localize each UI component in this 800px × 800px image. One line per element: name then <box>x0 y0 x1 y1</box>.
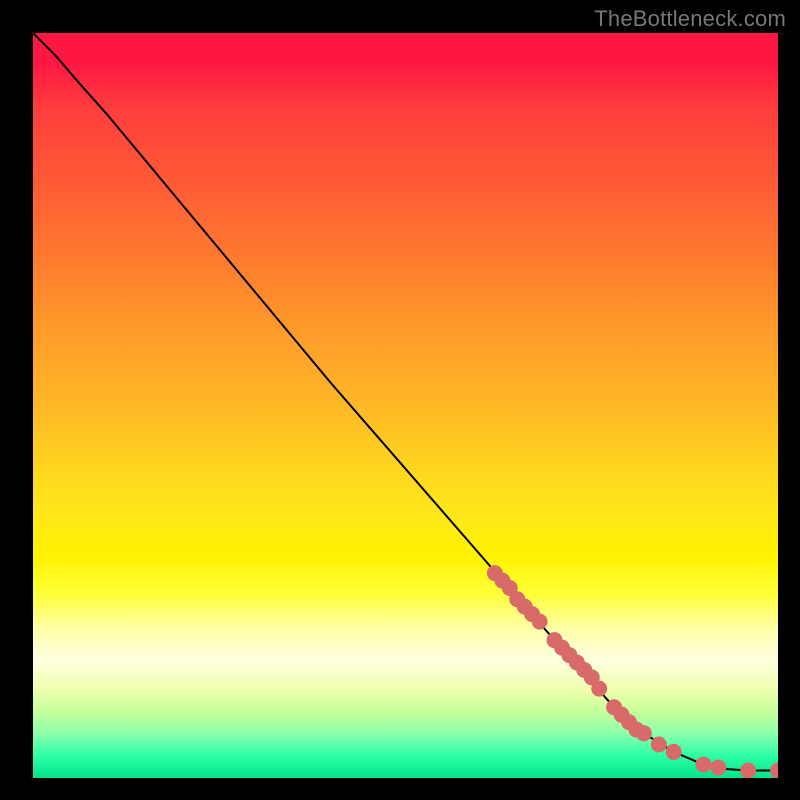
data-point <box>576 662 592 678</box>
data-point <box>621 714 637 730</box>
data-point <box>487 565 503 581</box>
data-point <box>696 757 712 773</box>
data-point <box>509 591 525 607</box>
data-point <box>666 744 682 760</box>
data-point <box>636 725 652 741</box>
curve-line <box>33 33 778 771</box>
data-point <box>591 681 607 697</box>
data-point <box>584 669 600 685</box>
data-point <box>561 647 577 663</box>
data-point <box>502 580 518 596</box>
data-point <box>554 640 570 656</box>
data-point <box>494 573 510 589</box>
chart-overlay <box>33 33 778 778</box>
watermark-text: TheBottleneck.com <box>594 6 786 32</box>
data-point <box>524 606 540 622</box>
data-point <box>770 763 778 778</box>
data-point <box>710 760 726 776</box>
chart-frame: TheBottleneck.com <box>0 0 800 800</box>
data-point <box>606 699 622 715</box>
data-point <box>651 736 667 752</box>
data-point <box>628 722 644 738</box>
data-point <box>547 632 563 648</box>
plot-area <box>33 33 778 778</box>
data-point <box>532 614 548 630</box>
data-point <box>517 599 533 615</box>
data-point <box>614 707 630 723</box>
data-point <box>740 763 756 778</box>
data-point <box>569 655 585 671</box>
